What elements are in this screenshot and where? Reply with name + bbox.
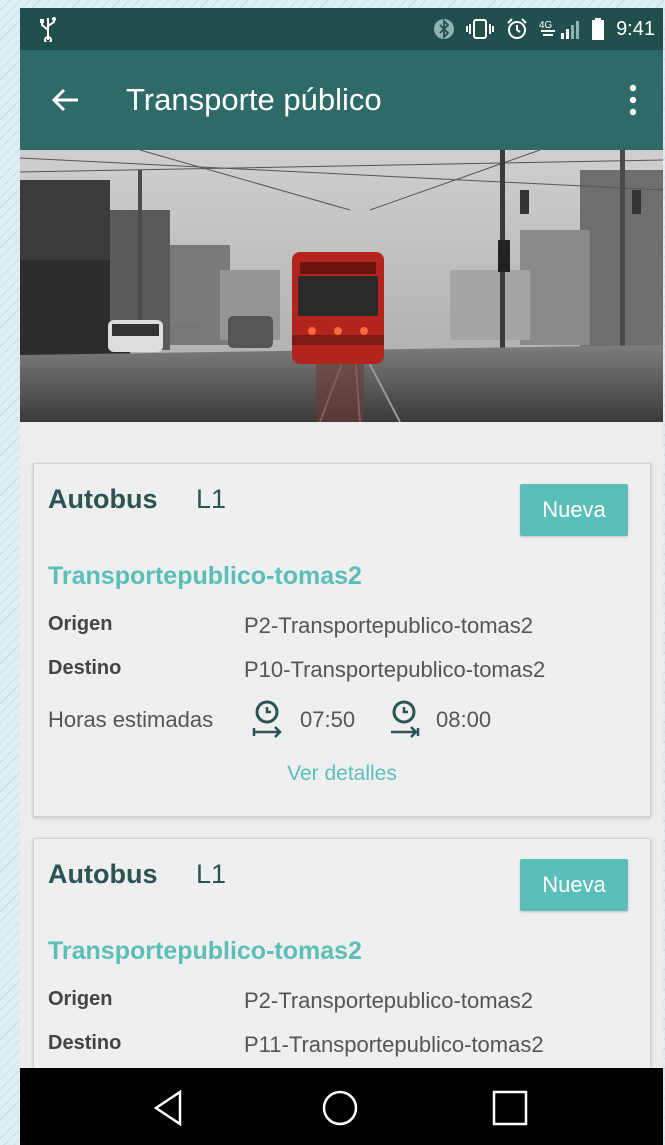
origin-value: P2-Transportepublico-tomas2 (244, 988, 533, 1013)
back-triangle-icon[interactable] (148, 1086, 192, 1130)
4g-signal-icon: 4G (539, 17, 581, 41)
recents-square-icon[interactable] (488, 1086, 532, 1130)
transport-type: Autobus (48, 859, 158, 889)
organization-name: Transportepublico-tomas2 (48, 937, 362, 965)
vibrate-icon (465, 17, 495, 41)
destination-label: Destino (48, 657, 122, 679)
departure-clock-icon (249, 699, 285, 739)
destination-value: P10-Transportepublico-tomas2 (244, 657, 546, 682)
line-number: L1 (196, 859, 227, 889)
departure-time: 07:50 (300, 707, 356, 732)
phone-screen: 4G 9:41 Transporte público Autobus L1 Nu… (20, 8, 663, 1145)
system-navigation-bar (20, 1068, 663, 1145)
new-badge-button[interactable]: Nueva (520, 484, 628, 536)
organization-name: Transportepublico-tomas2 (48, 562, 362, 590)
app-bar: Transporte público (20, 50, 663, 150)
view-details-link[interactable]: Ver detalles (34, 762, 650, 786)
transport-type: Autobus (48, 484, 158, 514)
destination-value: P11-Transportepublico-tomas2 (244, 1032, 544, 1057)
alarm-icon (505, 17, 529, 41)
hero-image (20, 150, 663, 422)
battery-icon (591, 17, 605, 41)
origin-label: Origen (48, 988, 113, 1010)
arrival-clock-icon (386, 699, 422, 739)
new-badge-button[interactable]: Nueva (520, 859, 628, 911)
route-card[interactable]: Autobus L1 Nueva Transportepublico-tomas… (33, 463, 651, 817)
line-number: L1 (196, 484, 227, 514)
status-bar: 4G 9:41 (20, 8, 663, 50)
estimated-times-label: Horas estimadas (48, 707, 214, 732)
home-circle-icon[interactable] (318, 1086, 362, 1130)
bluetooth-icon (433, 17, 455, 41)
destination-label: Destino (48, 1032, 122, 1054)
svg-text:4G: 4G (539, 20, 553, 31)
origin-label: Origen (48, 613, 113, 635)
origin-value: P2-Transportepublico-tomas2 (244, 613, 533, 638)
page-title: Transporte público (126, 82, 382, 117)
usb-icon (38, 16, 58, 48)
arrival-time: 08:00 (436, 707, 492, 732)
arrow-back-icon[interactable] (44, 78, 88, 122)
more-vert-icon[interactable] (623, 80, 643, 120)
status-time: 9:41 (616, 18, 655, 40)
